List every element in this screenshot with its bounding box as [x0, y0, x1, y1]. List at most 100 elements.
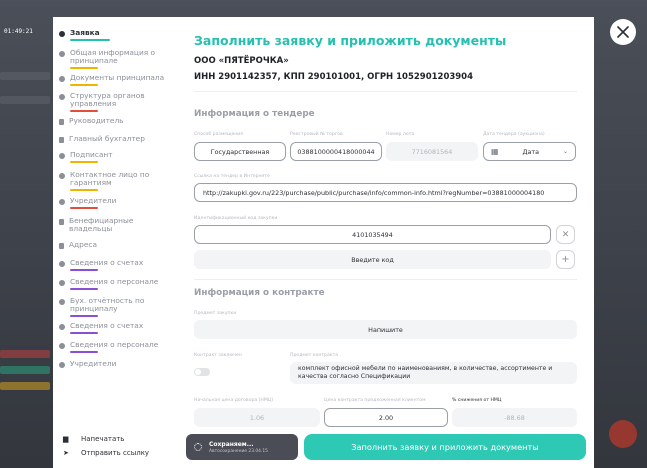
dot-icon: [59, 31, 65, 37]
backdrop-row: [0, 382, 50, 390]
registry-input[interactable]: 0388100000418000044: [290, 142, 382, 161]
ikz-label: Идентификационный код закупки: [194, 216, 278, 221]
help-button[interactable]: [609, 420, 637, 448]
clock: 01:49:21: [4, 28, 33, 35]
progress-bar: [70, 39, 110, 41]
print-button[interactable]: ▆ Напечатать: [53, 432, 178, 446]
progress-bar: [70, 332, 98, 334]
sidebar-item[interactable]: Документы принципала: [53, 74, 178, 86]
sidebar-item-label: Сведения о счетах: [70, 321, 144, 330]
lot-label: Номер лота: [386, 132, 415, 137]
sidebar-item[interactable]: Сведения о персонале: [53, 341, 178, 353]
sidebar-item-label: Бенефициарные владельцы: [69, 216, 134, 233]
sidebar-item[interactable]: Заявка: [53, 29, 178, 41]
subject-input[interactable]: Напишите: [194, 320, 577, 339]
dot-icon: [59, 173, 65, 179]
backdrop-row: [0, 350, 50, 358]
sidebar-item[interactable]: Учредители: [53, 197, 178, 209]
link-label: Ссылка на тендер в Интернете: [194, 174, 270, 179]
sidebar-item[interactable]: Сведения о персонале: [53, 278, 178, 290]
progress-bar: [70, 315, 98, 317]
registry-label: Реестровый № торгов: [290, 132, 343, 137]
sidebar-item-label: Сведения о персонале: [70, 277, 159, 286]
concluded-label: Контракт заключен: [194, 353, 242, 358]
sidebar-item-label: Бух. отчётность по принципалу: [70, 296, 145, 313]
sidebar-item[interactable]: Общая информация о принципале: [53, 49, 178, 69]
add-code-button[interactable]: +: [556, 250, 575, 269]
lot-input[interactable]: 7716081564: [386, 142, 478, 161]
ikz-input[interactable]: 4101035494: [194, 225, 551, 244]
sidebar-item[interactable]: Контактное лицо по гарантиям: [53, 171, 178, 191]
dot-icon: [59, 324, 65, 330]
sidebar-item[interactable]: Бенефициарные владельцы: [53, 217, 178, 233]
date-picker[interactable]: ▦ Дата ⌄: [483, 142, 576, 161]
sidebar-item[interactable]: Бух. отчётность по принципалу: [53, 297, 178, 317]
dot-icon: [59, 51, 65, 57]
progress-bar: [70, 110, 98, 112]
doc-icon: [59, 219, 64, 225]
sidebar-item-label: Структура органов управления: [70, 91, 145, 108]
org-name: ООО «ПЯТЁРОЧКА»: [194, 56, 289, 66]
plus-icon: +: [561, 254, 570, 265]
start-price-label: Начальная цена договора (НМЦ): [194, 398, 274, 403]
remove-code-button[interactable]: ✕: [556, 225, 575, 244]
sidebar-item-label: Адреса: [69, 240, 97, 249]
sidebar-item[interactable]: Подписант: [53, 151, 178, 163]
method-select[interactable]: Государственная: [194, 142, 286, 161]
date-value: Дата: [522, 147, 540, 156]
doc-icon: [59, 243, 64, 249]
tender-heading: Информация о тендере: [194, 109, 315, 119]
method-label: Способ размещения: [194, 132, 244, 137]
sidebar-item[interactable]: Адреса: [53, 241, 178, 249]
printer-icon: ▆: [63, 435, 69, 443]
close-icon: ✕: [561, 229, 570, 240]
close-button[interactable]: [610, 19, 636, 45]
saving-title: Сохраняем...: [209, 440, 254, 448]
link-input[interactable]: http://zakupki.gov.ru/223/purchase/publi…: [194, 183, 577, 202]
progress-bar: [70, 269, 98, 271]
dot-icon: [59, 153, 65, 159]
sidebar-item[interactable]: Руководитель: [53, 117, 178, 125]
submit-button[interactable]: Заполнить заявку и приложить документы: [304, 434, 586, 460]
sidebar-item-label: Учредители: [70, 359, 117, 368]
dot-icon: [59, 299, 65, 305]
progress-bar: [70, 161, 98, 163]
sidebar-actions: ▆ Напечатать ➤ Отправить ссылку: [53, 428, 178, 468]
send-link-button[interactable]: ➤ Отправить ссылку: [53, 446, 178, 460]
backdrop-row: [0, 96, 50, 104]
dot-icon: [59, 280, 65, 286]
sidebar-item-label: Руководитель: [69, 116, 124, 125]
progress-bar: [70, 189, 98, 191]
dot-icon: [59, 199, 65, 205]
code-input[interactable]: Введите код: [194, 250, 551, 269]
sidebar-item[interactable]: Структура органов управления: [53, 92, 178, 112]
dot-icon: [59, 261, 65, 267]
close-icon: [617, 26, 629, 38]
contract-subject-label: Предмет контракта: [290, 353, 339, 358]
dot-icon: [59, 362, 65, 368]
progress-bar: [70, 84, 98, 86]
divider: [194, 279, 577, 280]
offer-price-label: Цена контракта предложенная клиентом: [324, 398, 426, 403]
print-label: Напечатать: [81, 435, 125, 443]
progress-bar: [70, 351, 98, 353]
sidebar-item[interactable]: Главный бухгалтер: [53, 135, 178, 143]
start-price-input[interactable]: 1.06: [194, 408, 320, 427]
progress-bar: [70, 288, 98, 290]
sidebar-item[interactable]: Сведения о счетах: [53, 322, 178, 334]
concluded-toggle[interactable]: [194, 368, 210, 376]
sidebar-item[interactable]: Учредители: [53, 360, 178, 368]
reduction-input[interactable]: -88.68: [452, 408, 577, 427]
dot-icon: [59, 343, 65, 349]
contract-subject-input[interactable]: комплект офисной мебели по наименованиям…: [290, 362, 577, 384]
offer-price-input[interactable]: 2.00: [324, 408, 448, 427]
sidebar-item-label: Документы принципала: [70, 73, 165, 82]
sidebar-item-label: Главный бухгалтер: [69, 134, 145, 143]
application-form: Заполнить заявку и приложить документы О…: [178, 17, 594, 468]
sidebar-item[interactable]: Сведения о счетах: [53, 259, 178, 271]
sidebar: Заявка Общая информация о принципале Докум…: [53, 17, 178, 468]
saving-subtitle: Автосохранение 23.04.15: [209, 448, 268, 454]
progress-bar: [70, 207, 98, 209]
sidebar-item-label: Сведения о персонале: [70, 340, 159, 349]
sidebar-item-label: Сведения о счетах: [70, 258, 144, 267]
